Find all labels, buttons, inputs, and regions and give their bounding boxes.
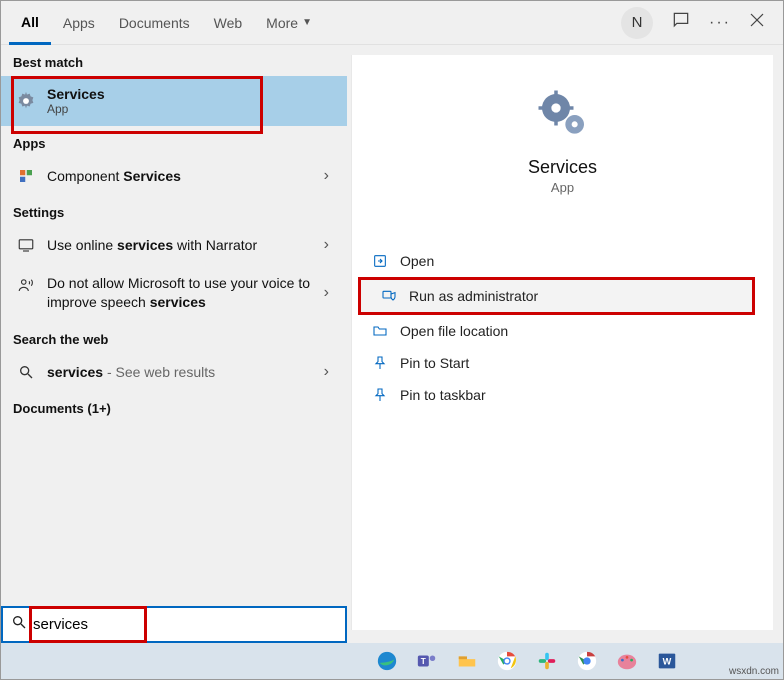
taskbar-chrome-icon[interactable] [491, 647, 523, 675]
detail-actions: Open Run as administrator Open file loca… [352, 245, 773, 411]
web-result-text: services - See web results [47, 364, 318, 380]
best-match-title: Services [47, 86, 335, 102]
taskbar-paint-icon[interactable] [611, 647, 643, 675]
services-large-icon [533, 85, 593, 145]
top-right-controls: N ··· [621, 7, 775, 39]
section-settings: Settings [1, 195, 347, 226]
taskbar-slack-icon[interactable] [531, 647, 563, 675]
taskbar-explorer-icon[interactable] [451, 647, 483, 675]
detail-header: Services App [352, 55, 773, 205]
search-bar[interactable] [1, 606, 347, 643]
settings-result-speech[interactable]: Do not allow Microsoft to use your voice… [1, 264, 347, 322]
action-pin-taskbar-label: Pin to taskbar [400, 387, 486, 403]
open-icon [372, 253, 400, 269]
action-open-loc-label: Open file location [400, 323, 508, 339]
svg-text:T: T [421, 657, 426, 666]
component-services-icon [13, 167, 39, 185]
pin-icon [372, 387, 400, 403]
tab-more[interactable]: More ▼ [254, 1, 324, 44]
chevron-right-icon[interactable]: › [318, 236, 335, 254]
results-panel: Best match Services App Apps Component S… [1, 45, 347, 640]
tabs: All Apps Documents Web More ▼ [9, 1, 324, 44]
action-pin-to-start[interactable]: Pin to Start [352, 347, 773, 379]
action-open-file-location[interactable]: Open file location [352, 315, 773, 347]
tab-all[interactable]: All [9, 2, 51, 45]
search-tabs-bar: All Apps Documents Web More ▼ N ··· [1, 1, 783, 45]
detail-subtitle: App [551, 180, 574, 195]
caret-down-icon: ▼ [302, 17, 312, 28]
action-run-admin-label: Run as administrator [409, 288, 538, 304]
apps-result-component-services[interactable]: Component Services › [1, 157, 347, 195]
chevron-right-icon[interactable]: › [318, 363, 335, 381]
taskbar-chrome-canary-icon[interactable] [571, 647, 603, 675]
section-search-web: Search the web [1, 322, 347, 353]
tab-documents[interactable]: Documents [107, 1, 202, 44]
taskbar-teams-icon[interactable]: T [411, 647, 443, 675]
tab-more-label: More [266, 15, 298, 31]
action-open[interactable]: Open [352, 245, 773, 277]
web-result-services[interactable]: services - See web results › [1, 353, 347, 391]
action-run-as-administrator[interactable]: Run as administrator [358, 277, 755, 315]
chevron-right-icon[interactable]: › [318, 284, 335, 302]
detail-panel: Services App Open Run as administrator [351, 55, 773, 630]
chevron-right-icon[interactable]: › [318, 167, 335, 185]
apps-result-text: Component Services [47, 168, 318, 184]
action-pin-start-label: Pin to Start [400, 355, 469, 371]
search-input[interactable] [33, 616, 337, 633]
more-options-icon[interactable]: ··· [709, 14, 731, 32]
taskbar: T W [1, 643, 783, 679]
admin-shield-icon [381, 288, 409, 304]
feedback-icon[interactable] [671, 10, 691, 35]
person-icon [13, 276, 39, 294]
main-area: Best match Services App Apps Component S… [1, 45, 783, 640]
folder-icon [372, 323, 400, 339]
detail-title: Services [528, 157, 597, 178]
pin-icon [372, 355, 400, 371]
section-documents: Documents (1+) [1, 391, 347, 422]
services-gear-icon [13, 90, 39, 112]
action-open-label: Open [400, 253, 434, 269]
taskbar-edge-icon[interactable] [371, 647, 403, 675]
close-icon[interactable] [749, 12, 765, 33]
section-best-match: Best match [1, 45, 347, 76]
user-avatar[interactable]: N [621, 7, 653, 39]
tab-web[interactable]: Web [202, 1, 255, 44]
action-pin-to-taskbar[interactable]: Pin to taskbar [352, 379, 773, 411]
settings-result-narrator[interactable]: Use online services with Narrator › [1, 226, 347, 264]
best-match-sub: App [47, 102, 335, 116]
section-apps: Apps [1, 126, 347, 157]
best-match-result[interactable]: Services App [1, 76, 347, 126]
watermark: wsxdn.com [729, 666, 779, 677]
svg-text:W: W [663, 657, 672, 667]
search-icon [11, 614, 27, 635]
best-match-text: Services App [47, 86, 335, 116]
display-icon [13, 236, 39, 254]
tab-apps[interactable]: Apps [51, 1, 107, 44]
taskbar-word-icon[interactable]: W [651, 647, 683, 675]
settings-result-1-text: Use online services with Narrator [47, 237, 318, 253]
search-icon [13, 364, 39, 380]
settings-result-2-text: Do not allow Microsoft to use your voice… [47, 274, 318, 312]
